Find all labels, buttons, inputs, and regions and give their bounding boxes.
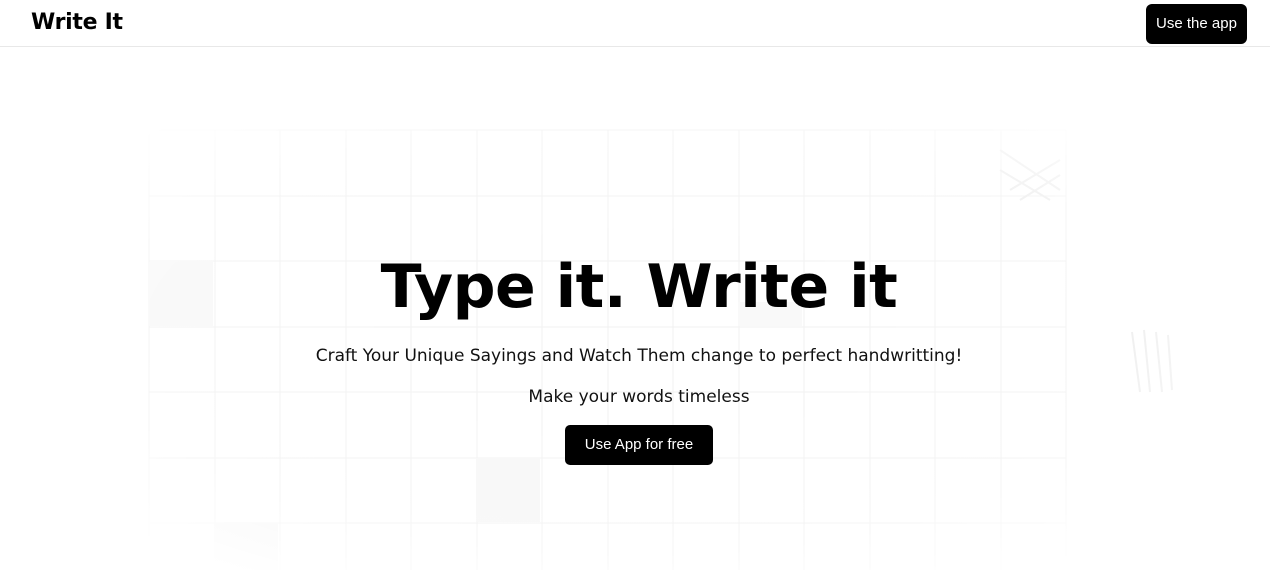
hero-section: Type it. Write it Craft Your Unique Sayi… — [0, 48, 1270, 570]
use-the-app-button[interactable]: Use the app — [1146, 4, 1247, 44]
use-app-for-free-button[interactable]: Use App for free — [565, 425, 713, 465]
hero-title: Type it. Write it — [380, 252, 898, 322]
brand-logo[interactable]: Write It — [31, 9, 123, 37]
hero-tagline: Make your words timeless — [528, 387, 750, 407]
top-navbar: Write It Use the app — [0, 0, 1270, 47]
hero-subtitle: Craft Your Unique Sayings and Watch Them… — [315, 346, 963, 366]
